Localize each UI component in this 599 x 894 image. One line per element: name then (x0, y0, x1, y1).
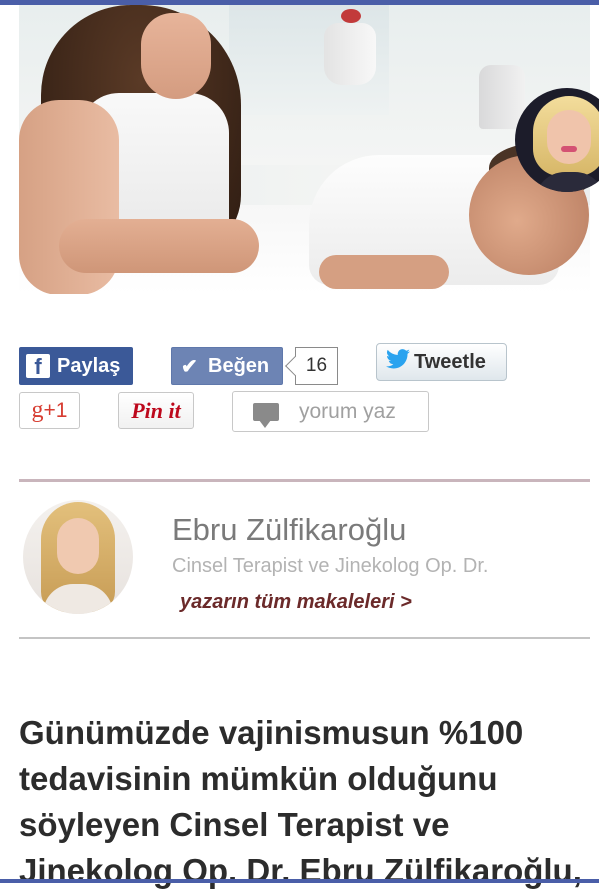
write-comment-label: yorum yaz (299, 399, 396, 423)
author-section-top-divider (19, 479, 590, 482)
headline-line: Jinekolog Op. Dr. Ebru Zülfikaroğlu, (19, 852, 582, 889)
headline-line: Günümüzde vajinismusun %100 (19, 714, 524, 751)
pinterest-pin-button[interactable]: Pin it (118, 392, 194, 429)
headline-line: tedavisinin mümkün olduğunu (19, 760, 498, 797)
google-plus-label: +1 (43, 398, 68, 422)
author-name[interactable]: Ebru Zülfikaroğlu (172, 512, 406, 548)
article-hero-image (19, 5, 590, 294)
tweet-label: Tweetle (414, 350, 486, 373)
comment-bubble-icon (253, 402, 279, 428)
tweet-button[interactable]: Tweetle (376, 343, 507, 381)
google-plus-one-button[interactable]: g +1 (19, 392, 80, 429)
write-comment-button[interactable]: yorum yaz (232, 391, 429, 432)
check-icon: ✔ (181, 355, 198, 378)
author-title: Cinsel Terapist ve Jinekolog Op. Dr. (172, 555, 489, 577)
pinterest-label: Pin it (131, 397, 181, 423)
author-section-bottom-divider (19, 637, 590, 639)
facebook-share-button[interactable]: f Paylaş (19, 347, 133, 385)
bottom-accent-bar (0, 879, 599, 883)
twitter-bird-icon (386, 349, 412, 375)
headline-line: söyleyen Cinsel Terapist ve (19, 806, 450, 843)
like-count-badge: 16 (295, 347, 338, 385)
article-headline: Günümüzde vajinismusun %100 tedavisinin … (19, 710, 594, 894)
facebook-icon: f (26, 354, 50, 378)
facebook-like-label: Beğen (208, 354, 270, 377)
facebook-like-button[interactable]: ✔ Beğen (171, 347, 283, 385)
author-photo[interactable] (23, 500, 133, 614)
all-articles-link[interactable]: yazarın tüm makaleleri > (180, 591, 412, 614)
google-plus-icon: g (31, 397, 44, 423)
facebook-share-label: Paylaş (57, 354, 121, 377)
